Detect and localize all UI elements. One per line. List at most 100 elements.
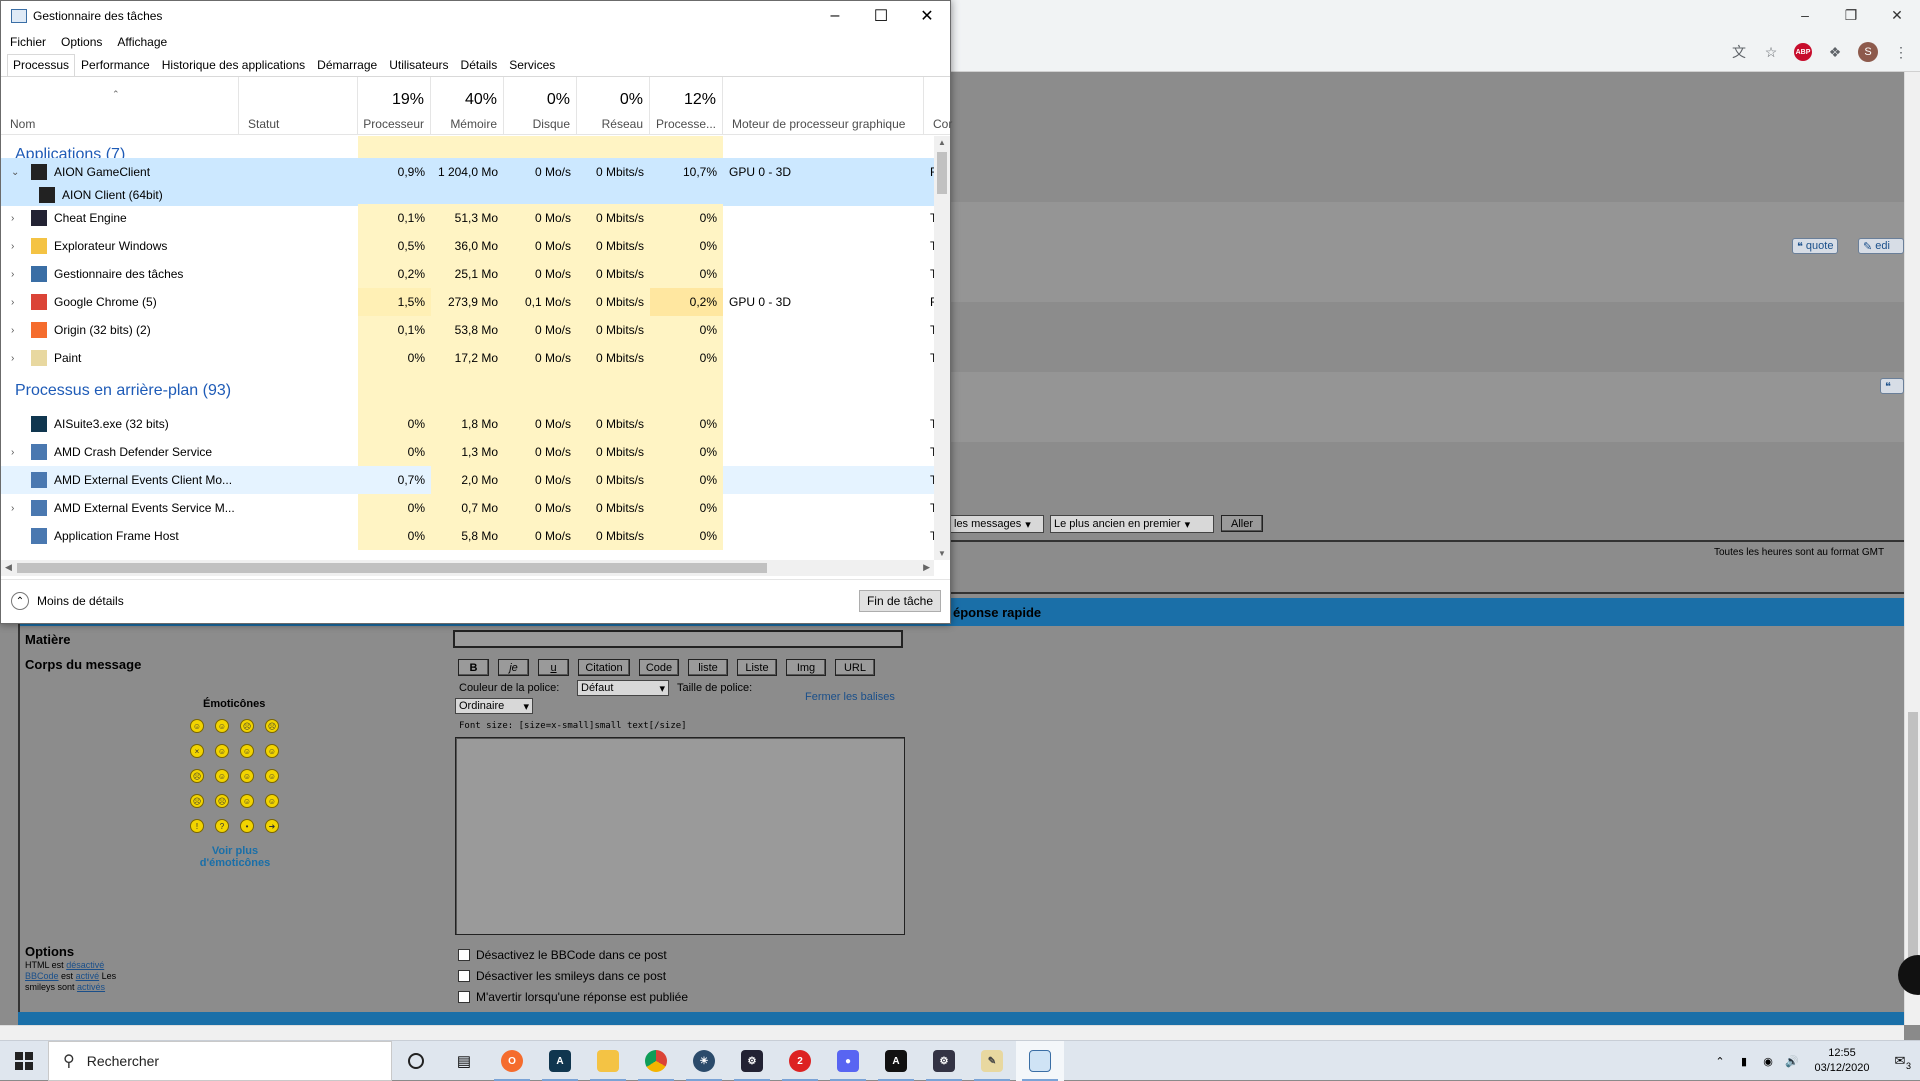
horizontal-scrollbar[interactable]: ◀ ▶ [1, 560, 934, 576]
col-disk[interactable]: 0% Disque [504, 77, 577, 135]
disable-smileys-option[interactable]: Désactiver les smileys dans ce post [458, 969, 688, 983]
smirk-icon[interactable]: ☺ [265, 794, 279, 808]
origin-icon[interactable]: O [488, 1041, 536, 1081]
angry-icon[interactable]: ☹ [265, 719, 279, 733]
translate-icon[interactable]: 文 [1730, 43, 1748, 61]
go-button[interactable]: Aller [1221, 515, 1263, 532]
browser-close-icon[interactable]: ✕ [1874, 0, 1920, 30]
tab-processes[interactable]: Processus [7, 54, 76, 76]
list-button[interactable]: liste [688, 659, 728, 676]
minimize-icon[interactable]: – [812, 1, 858, 31]
red-app-icon[interactable]: 2 [776, 1041, 824, 1081]
expand-chevron-icon[interactable]: › [11, 494, 14, 522]
wink-icon[interactable]: ☺ [240, 769, 254, 783]
file-explorer-icon[interactable] [584, 1041, 632, 1081]
close-icon[interactable]: ✕ [904, 1, 950, 31]
maximize-icon[interactable]: ☐ [858, 1, 904, 31]
code-button[interactable]: Code [639, 659, 679, 676]
page-scrollbar[interactable] [1904, 72, 1920, 1025]
smiley-icon[interactable]: ☺ [215, 719, 229, 733]
col-network[interactable]: 0% Réseau [577, 77, 650, 135]
aion-icon[interactable]: A [872, 1041, 920, 1081]
underline-button[interactable]: u [538, 659, 569, 676]
font-size-select[interactable]: Ordinaire ▾ [455, 698, 533, 714]
task-view-icon[interactable]: ▤ [440, 1041, 488, 1081]
expand-chevron-icon[interactable]: › [11, 260, 14, 288]
bold-button[interactable]: B [458, 659, 489, 676]
expand-chevron-icon[interactable]: › [11, 204, 14, 232]
neutral-icon[interactable]: ☺ [265, 769, 279, 783]
cheat-engine-2-icon[interactable]: ⚙ [920, 1041, 968, 1081]
menu-view[interactable]: Affichage [108, 32, 173, 52]
tab-users[interactable]: Utilisateurs [383, 54, 454, 76]
menu-options[interactable]: Options [52, 32, 108, 52]
laugh-icon[interactable]: ☺ [265, 744, 279, 758]
col-gpu-engine[interactable]: Moteur de processeur graphique [723, 77, 924, 135]
col-gpu[interactable]: 12% Processe... [650, 77, 723, 135]
page-hscrollbar[interactable] [0, 1025, 1904, 1040]
roll-eyes-icon[interactable]: ☺ [240, 794, 254, 808]
browser-menu-icon[interactable]: ⋮ [1892, 43, 1910, 61]
battery-icon[interactable]: ▮ [1732, 1055, 1756, 1068]
tab-performance[interactable]: Performance [75, 54, 156, 76]
cortana-icon[interactable] [392, 1041, 440, 1081]
process-row[interactable]: › Google Chrome (5) 1,5% 273,9 Mo 0,1 Mo/s 0 … [1, 288, 934, 316]
taskbar-search-box[interactable]: ⚲ Rechercher [48, 1041, 392, 1081]
image-button[interactable]: Img [786, 659, 826, 676]
start-button[interactable] [0, 1041, 48, 1081]
happy-icon[interactable]: ☺ [215, 769, 229, 783]
scrollbar-thumb[interactable] [937, 152, 947, 194]
close-tags-link[interactable]: Fermer les balises [805, 691, 895, 703]
tab-startup[interactable]: Démarrage [311, 54, 383, 76]
process-row[interactable]: › Explorateur Windows 0,5% 36,0 Mo 0 Mo/s 0 M… [1, 232, 934, 260]
fewer-details-toggle[interactable]: ⌃ Moins de détails [11, 592, 124, 610]
extensions-puzzle-icon[interactable]: ❖ [1826, 43, 1844, 61]
end-task-button[interactable]: Fin de tâche [859, 590, 941, 612]
process-row[interactable]: ⌄ AION GameClient 0,9% 1 204,0 Mo 0 Mo/s 0 Mb… [1, 158, 934, 186]
mad-icon[interactable]: ☹ [190, 794, 204, 808]
quote-bbcode-button[interactable]: Citation [578, 659, 630, 676]
profile-avatar[interactable]: S [1858, 42, 1878, 62]
cool-icon[interactable]: ☺ [240, 744, 254, 758]
origin-launcher-icon[interactable]: ☀ [680, 1041, 728, 1081]
browser-minimize-icon[interactable]: – [1782, 0, 1828, 30]
process-row[interactable]: Application Frame Host 0% 5,8 Mo 0 Mo/s 0 Mb… [1, 522, 934, 550]
order-select[interactable]: Le plus ancien en premier ▾ [1050, 515, 1214, 533]
discord-icon[interactable]: ● [824, 1041, 872, 1081]
quote-button[interactable]: ❝ quote [1792, 238, 1839, 254]
sad-icon[interactable]: ☹ [240, 719, 254, 733]
browser-restore-icon[interactable]: ❐ [1828, 0, 1874, 30]
expand-chevron-icon[interactable]: › [11, 344, 14, 372]
process-row[interactable]: › AMD Crash Defender Service 0% 1,3 Mo 0 Mo/… [1, 438, 934, 466]
task-manager-taskbar-icon[interactable] [1016, 1041, 1064, 1081]
col-extra[interactable]: Cor [924, 77, 952, 135]
chrome-icon[interactable] [632, 1041, 680, 1081]
process-row[interactable]: AISuite3.exe (32 bits) 0% 1,8 Mo 0 Mo/s 0 Mb… [1, 410, 934, 438]
tab-details[interactable]: Détails [455, 54, 504, 76]
more-emoticons-link[interactable]: Voir plus d'émoticônes [180, 845, 290, 869]
expand-chevron-icon[interactable]: › [11, 438, 14, 466]
paint-icon[interactable]: ✎ [968, 1041, 1016, 1081]
edit-button[interactable]: ✎ edi [1858, 238, 1904, 254]
subject-input[interactable] [453, 630, 903, 648]
scrollbar-thumb[interactable] [1908, 712, 1918, 992]
network-icon[interactable]: ◉ [1756, 1055, 1780, 1068]
col-name[interactable]: ⌃ Nom [1, 77, 239, 135]
volume-icon[interactable]: 🔊 [1780, 1055, 1804, 1068]
vertical-scrollbar[interactable]: ▲ ▼ [934, 136, 950, 560]
font-color-select[interactable]: Défaut ▾ [577, 680, 669, 696]
adblock-plus-icon[interactable]: ABP [1794, 43, 1812, 61]
bookmark-star-icon[interactable]: ☆ [1762, 43, 1780, 61]
menu-file[interactable]: Fichier [1, 32, 52, 52]
process-row[interactable]: › Cheat Engine 0,1% 51,3 Mo 0 Mo/s 0 Mbits/s 0… [1, 204, 934, 232]
grin-icon[interactable]: ☺ [215, 744, 229, 758]
tray-chevron-icon[interactable]: ⌃ [1708, 1055, 1732, 1068]
italic-button[interactable]: je [498, 659, 529, 676]
dizzy-icon[interactable]: × [190, 744, 204, 758]
aisuite-icon[interactable]: A [536, 1041, 584, 1081]
col-status[interactable]: Statut [239, 77, 358, 135]
expand-chevron-icon[interactable]: ⌄ [11, 158, 19, 186]
process-row[interactable]: AION Client (64bit) [1, 184, 934, 206]
url-button[interactable]: URL [835, 659, 875, 676]
question-icon[interactable]: ? [215, 819, 229, 833]
